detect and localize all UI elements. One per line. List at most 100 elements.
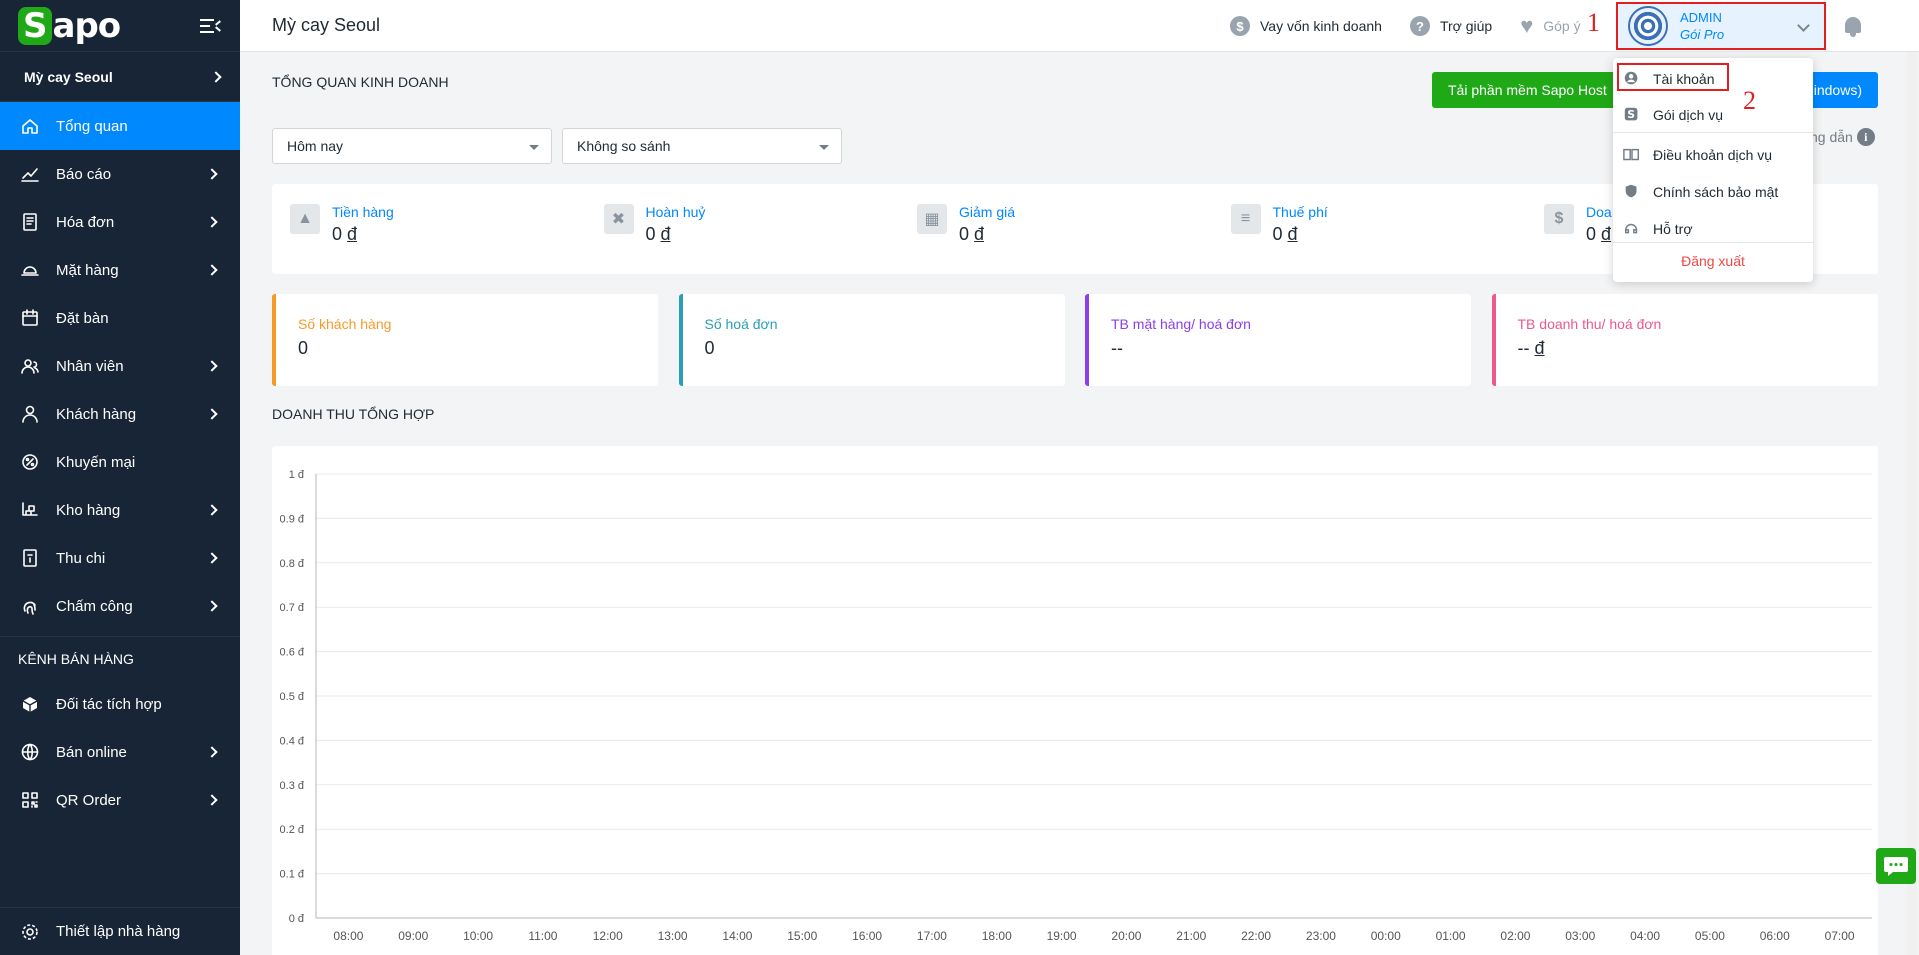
- chat-icon: [1884, 857, 1908, 876]
- store-selector[interactable]: Mỳ cay Seoul: [0, 52, 240, 102]
- dropdown-item-3[interactable]: Chính sách bảo mật: [1613, 175, 1813, 209]
- y-tick-label: 1 đ: [289, 469, 305, 481]
- stat-number: 0: [959, 224, 970, 244]
- stat-item: $ Doa 0 đ: [1544, 204, 1612, 245]
- download-sapo-host-button[interactable]: Tải phần mềm Sapo Host: [1432, 72, 1623, 108]
- account-dropdown: Đăng xuất Tài khoản S Gói dịch vụ Điều kh…: [1613, 58, 1813, 282]
- stat-item: ≡ Thuế phí 0 đ: [1230, 204, 1328, 245]
- stat-item: ▲ Tiền hàng 0 đ: [290, 204, 394, 245]
- currency-symbol: đ: [1534, 338, 1545, 358]
- chevron-right-icon: [206, 552, 218, 564]
- sidebar-item-6[interactable]: Khách hàng: [0, 390, 240, 438]
- x-tick-label: 02:00: [1500, 929, 1530, 943]
- sidebar-item-label: Thu chi: [56, 549, 106, 567]
- x-tick-label: 10:00: [463, 929, 493, 943]
- period-select[interactable]: Hôm nay: [272, 128, 552, 164]
- sidebar-item-5[interactable]: Nhân viên: [0, 342, 240, 390]
- chevron-right-icon: [206, 794, 218, 806]
- guide-link[interactable]: ng dẫn i: [1810, 128, 1875, 146]
- kpi-card: TB doanh thu/ hoá đơn -- đ: [1491, 294, 1878, 386]
- dropdown-divider: [1613, 132, 1813, 133]
- logo-text: apo: [52, 5, 122, 46]
- logout-button[interactable]: Đăng xuất: [1613, 244, 1813, 278]
- dropdown-item-label: Gói dịch vụ: [1653, 107, 1724, 123]
- x-tick-label: 00:00: [1371, 929, 1401, 943]
- y-tick-label: 0.8 đ: [280, 558, 305, 570]
- y-tick-label: 0 đ: [289, 913, 305, 925]
- dropdown-item-2[interactable]: Điều khoản dịch vụ: [1613, 138, 1813, 172]
- sidebar: Sapo Mỳ cay Seoul Tổng quan Báo cáo Hóa …: [0, 0, 240, 955]
- help-link[interactable]: ? Trợ giúp: [1409, 16, 1493, 36]
- question-icon: ?: [1409, 16, 1430, 36]
- gift-icon: ▦: [917, 204, 947, 234]
- kpi-value: --: [1111, 338, 1471, 359]
- stat-label: Thuế phí: [1272, 204, 1328, 220]
- sidebar-item-label: Hóa đơn: [56, 213, 115, 231]
- y-tick-label: 0.1 đ: [280, 869, 305, 881]
- x-tick-label: 06:00: [1760, 929, 1790, 943]
- tray-icon: ▲: [290, 204, 320, 234]
- compare-select[interactable]: Không so sánh: [562, 128, 842, 164]
- stat-number: 0: [1272, 224, 1283, 244]
- stat-value: 0 đ: [646, 224, 706, 245]
- restaurant-settings[interactable]: Thiết lập nhà hàng: [0, 907, 240, 955]
- kpi-value: 0: [298, 338, 658, 359]
- page-store-name: Mỳ cay Seoul: [272, 15, 381, 35]
- bell-icon[interactable]: [1845, 17, 1861, 37]
- x-tick-label: 04:00: [1630, 929, 1660, 943]
- user-circle-icon: [1623, 70, 1641, 88]
- sidebar-item-label: Khuyến mại: [56, 453, 136, 471]
- sidebar-item-1[interactable]: Bán online: [0, 728, 240, 776]
- feedback-link[interactable]: ♥ Góp ý: [1520, 15, 1580, 37]
- info-icon: i: [1856, 128, 1875, 146]
- help-label: Trợ giúp: [1439, 18, 1493, 34]
- chevron-right-icon: [206, 504, 218, 516]
- kpi-number: 0: [704, 338, 715, 358]
- top-links: $ Vay vốn kinh doanh ? Trợ giúp ♥ Góp ý: [1230, 0, 1609, 52]
- chart-line-icon: [18, 162, 42, 186]
- sidebar-item-8[interactable]: Kho hàng: [0, 486, 240, 534]
- x-tick-label: 05:00: [1695, 929, 1725, 943]
- sidebar-item-2[interactable]: Hóa đơn: [0, 198, 240, 246]
- dollar-icon: $: [1230, 16, 1250, 36]
- sidebar-item-0[interactable]: Đối tác tích hợp: [0, 680, 240, 728]
- dropdown-item-4[interactable]: Hỗ trợ: [1613, 212, 1813, 246]
- sidebar-item-4[interactable]: Đặt bàn: [0, 294, 240, 342]
- currency-symbol: đ: [1287, 224, 1298, 244]
- collapse-menu-icon[interactable]: [200, 17, 222, 35]
- logo-letter: S: [18, 6, 52, 45]
- sidebar-item-7[interactable]: Khuyến mại: [0, 438, 240, 486]
- chat-support-button[interactable]: [1876, 848, 1916, 884]
- restaurant-settings-label: Thiết lập nhà hàng: [56, 923, 181, 940]
- sidebar-item-label: Báo cáo: [56, 165, 112, 183]
- y-tick-label: 0.6 đ: [280, 647, 305, 659]
- dropdown-item-1[interactable]: S Gói dịch vụ: [1613, 98, 1813, 132]
- revenue-chart: 0 đ 0.1 đ 0.2 đ 0.3 đ 0.4 đ 0.5 đ 0.6 đ 0.7 đ 0.…: [280, 469, 1872, 943]
- sidebar-item-10[interactable]: Chấm công: [0, 582, 240, 630]
- warehouse-icon: [18, 498, 42, 522]
- staff-icon: [18, 354, 42, 378]
- page-scrollbar[interactable]: [1907, 52, 1917, 955]
- sapo-logo[interactable]: Sapo: [18, 5, 122, 46]
- stat-value: 0 đ: [1586, 224, 1612, 245]
- globe-icon: [18, 740, 42, 764]
- sidebar-item-label: Chấm công: [56, 597, 133, 615]
- promotion-icon: [18, 450, 42, 474]
- admin-account-menu[interactable]: ADMIN Gói Pro: [1616, 2, 1826, 50]
- partner-icon: [18, 692, 42, 716]
- qr-icon: [18, 788, 42, 812]
- sidebar-item-1[interactable]: Báo cáo: [0, 150, 240, 198]
- sidebar-item-label: Nhân viên: [56, 357, 124, 375]
- dropdown-item-0[interactable]: Tài khoản: [1613, 62, 1813, 96]
- sidebar-item-3[interactable]: Mặt hàng: [0, 246, 240, 294]
- sidebar-item-0[interactable]: Tổng quan: [0, 102, 240, 150]
- caret-down-icon: [529, 145, 539, 150]
- loan-link[interactable]: $ Vay vốn kinh doanh: [1230, 16, 1382, 36]
- sidebar-item-9[interactable]: Thu chi: [0, 534, 240, 582]
- x-tick-label: 16:00: [852, 929, 882, 943]
- annotation-marker-1: 1: [1587, 8, 1600, 37]
- dish-icon: [18, 258, 42, 282]
- dropdown-item-label: Chính sách bảo mật: [1653, 184, 1779, 200]
- sidebar-item-2[interactable]: QR Order: [0, 776, 240, 824]
- stat-number: 0: [332, 224, 343, 244]
